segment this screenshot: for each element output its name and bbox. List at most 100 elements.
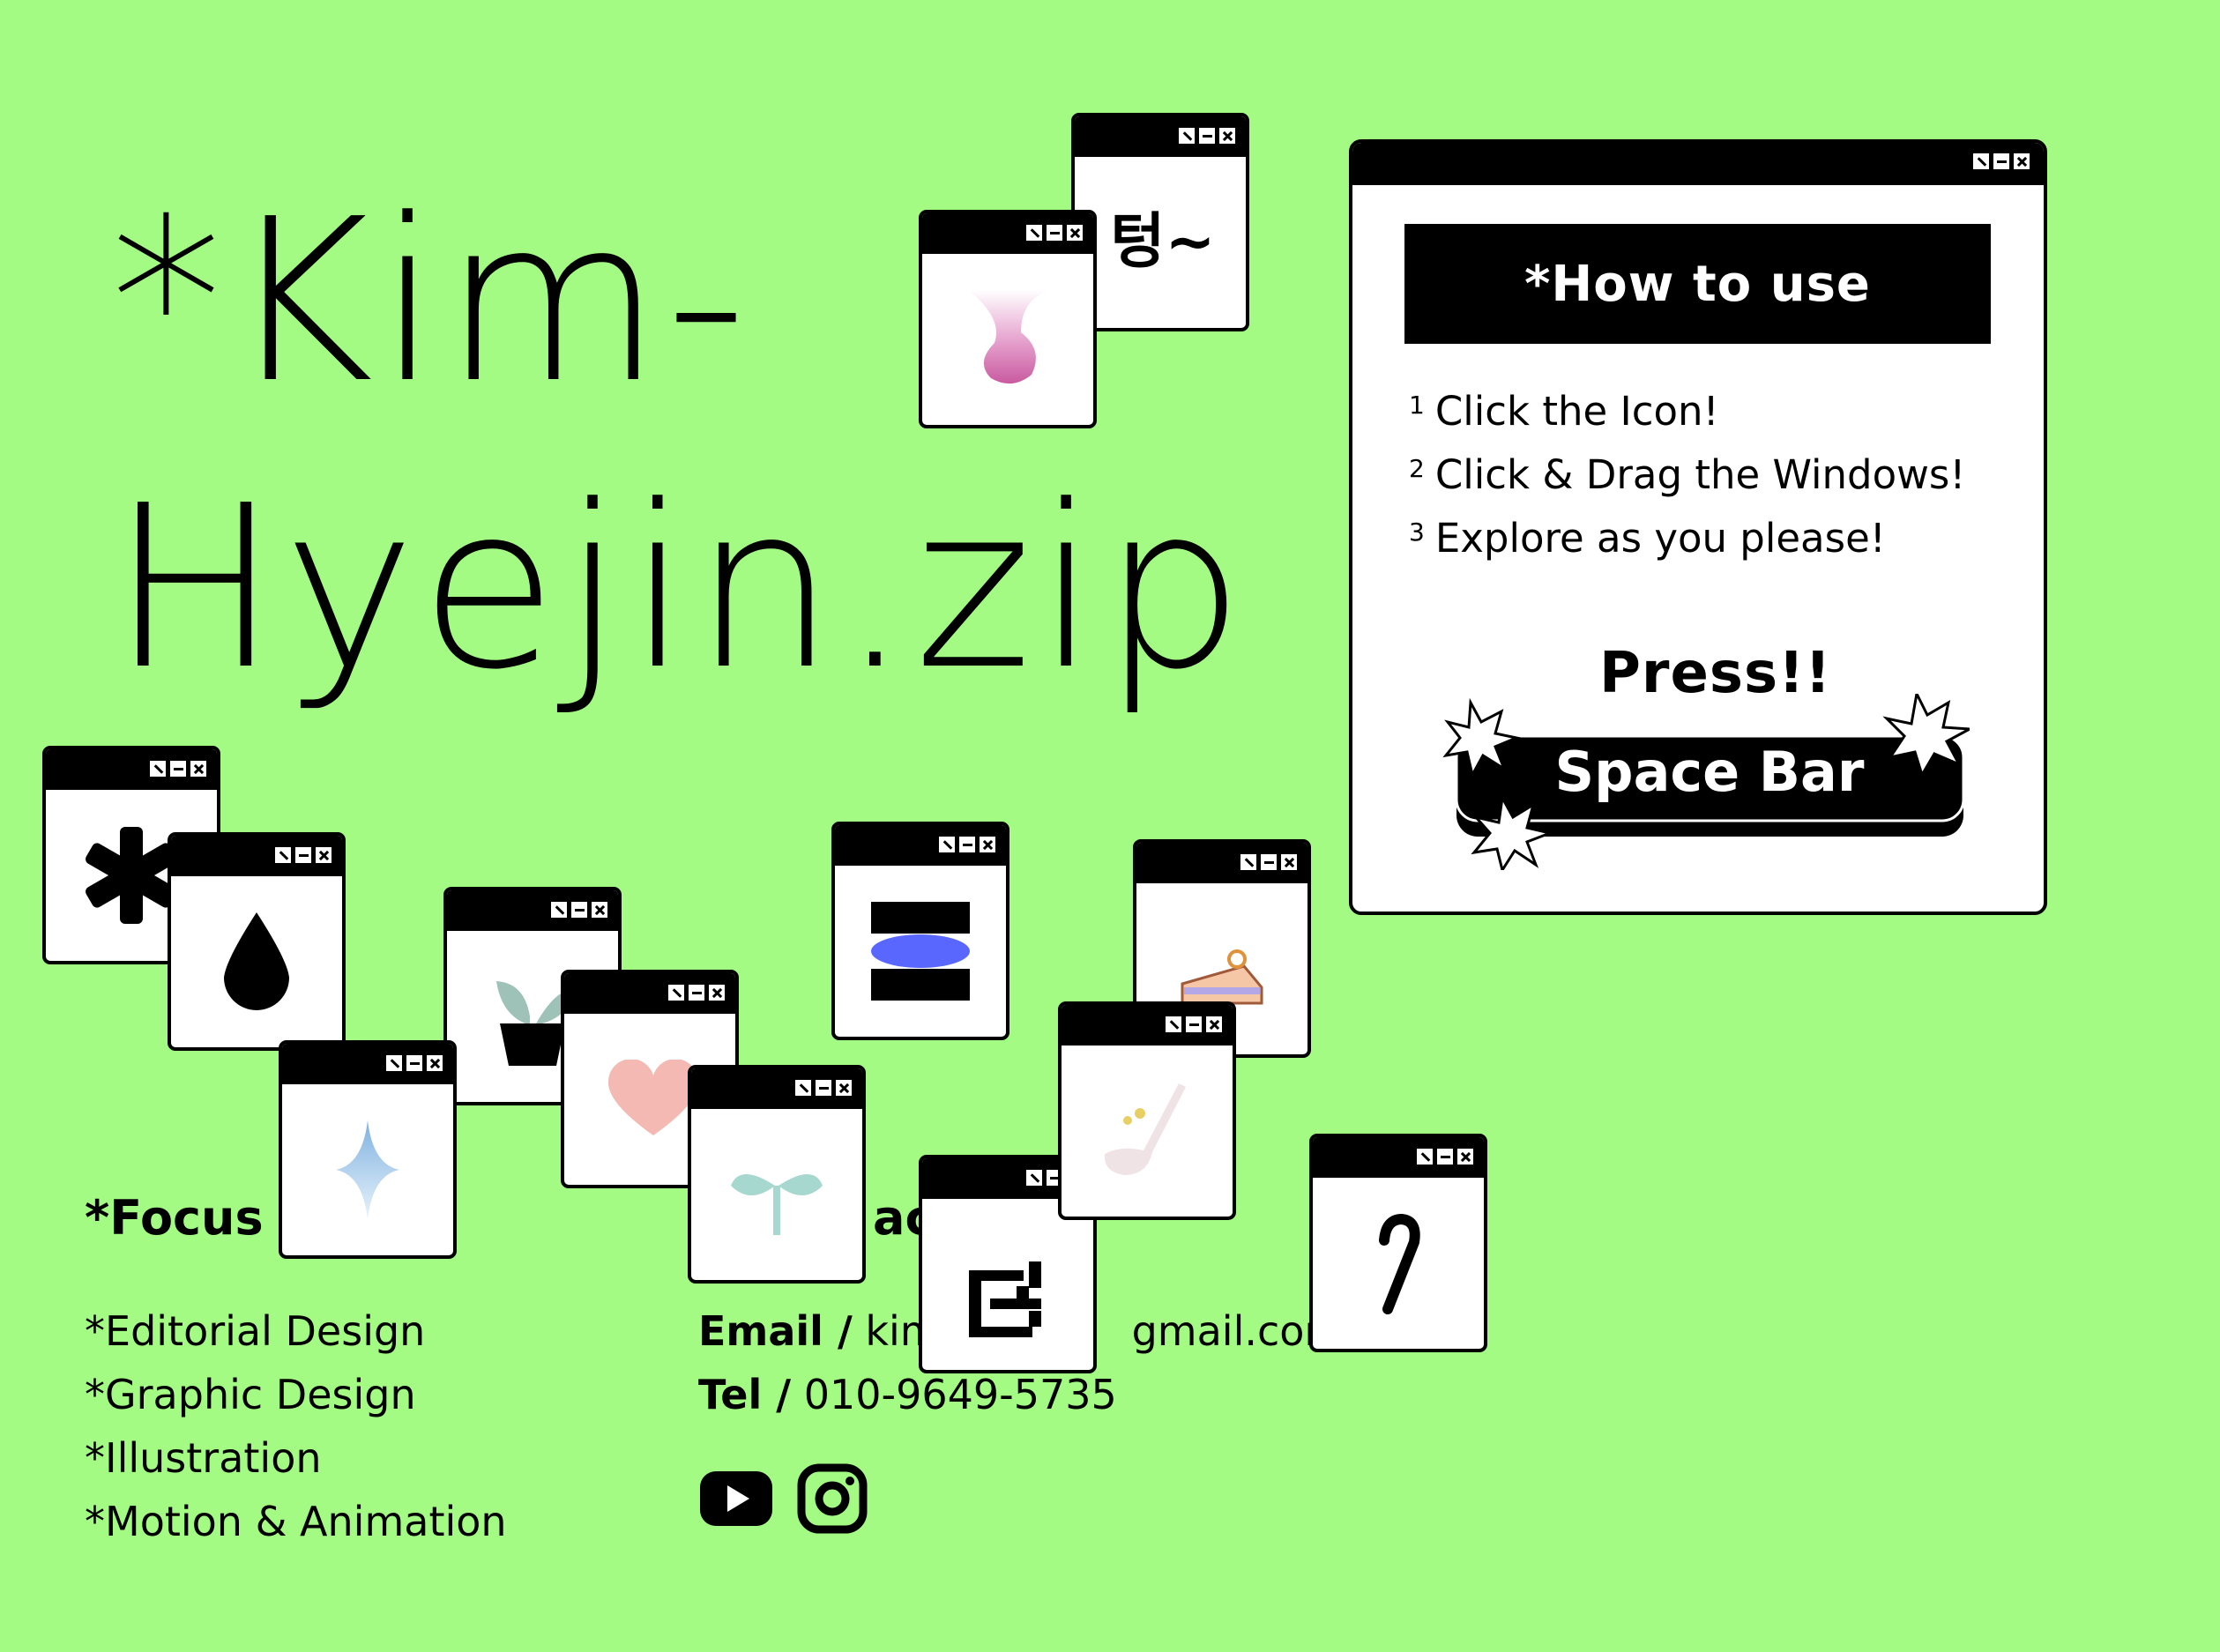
close-icon[interactable] [1457,1149,1473,1165]
stacked-disc-icon [871,902,970,1001]
window-korean-text[interactable]: 텅~ [1071,113,1249,331]
close-icon[interactable] [836,1080,852,1096]
window-sparkle[interactable] [279,1040,457,1259]
minimize-icon[interactable] [571,902,587,918]
minimize-icon[interactable] [170,761,186,777]
resize-icon[interactable] [275,847,291,863]
title-line-1: *Kim- [110,171,750,433]
window-title-bar[interactable] [1352,143,2044,185]
minimize-icon[interactable] [295,847,311,863]
window-title-bar[interactable] [1062,1005,1233,1046]
close-icon[interactable] [427,1055,443,1071]
minimize-icon[interactable] [1261,854,1277,870]
focus-item: *Illustration [85,1434,322,1482]
window-drop-gradient[interactable] [919,210,1097,428]
space-bar-label: Space Bar [1555,740,1865,804]
resize-icon[interactable] [939,837,955,852]
sparkle-icon [336,1120,399,1219]
drop-gradient-icon [968,290,1051,384]
sprout-icon [731,1174,823,1235]
close-icon[interactable] [1281,854,1297,870]
minimize-icon[interactable] [816,1080,831,1096]
window-title-bar[interactable] [1313,1137,1484,1178]
window-water-drop[interactable] [168,832,346,1051]
korean-text-glyph: 텅~ [1110,207,1216,277]
resize-icon[interactable] [1240,854,1256,870]
resize-icon[interactable] [386,1055,402,1071]
window-title-bar[interactable] [1075,116,1246,157]
window-title-bar[interactable] [835,825,1006,866]
minimize-icon[interactable] [406,1055,422,1071]
close-icon[interactable] [1219,128,1235,144]
close-icon[interactable] [709,985,725,1001]
step-number: 2 [1409,454,1425,483]
focus-list: *Editorial Design *Graphic Design *Illus… [85,1307,507,1561]
close-icon[interactable] [980,837,995,852]
resize-icon[interactable] [1417,1149,1433,1165]
step-item: 2 Click & Drag the Windows! [1409,451,1965,515]
resize-icon[interactable] [668,985,684,1001]
title-line-2: Hyejin.zip [110,458,1248,719]
resize-icon[interactable] [1179,128,1195,144]
pixel-glyph-icon [969,1261,1041,1337]
how-to-window[interactable]: *How to use 1 Click the Icon! 2 Click & Dr… [1349,139,2047,915]
focus-item: *Motion & Animation [85,1498,507,1545]
window-title-bar[interactable] [447,890,618,931]
email-label: Email / [698,1307,853,1355]
window-title-bar[interactable] [46,749,217,790]
window-title-bar[interactable] [691,1068,862,1109]
tel-value: 010-9649-5735 [803,1371,1117,1418]
ladle-icon [1104,1083,1186,1175]
step-item: 1 Click the Icon! [1409,388,1965,451]
close-icon[interactable] [592,902,607,918]
minimize-icon[interactable] [1047,225,1062,241]
window-ladle[interactable] [1058,1001,1236,1220]
step-item: 3 Explore as you please! [1409,515,1965,578]
minimize-icon[interactable] [1199,128,1215,144]
window-title-bar[interactable] [1136,843,1307,883]
how-to-heading: *How to use [1404,224,1991,344]
step-number: 1 [1409,391,1425,420]
focus-item: *Editorial Design [85,1307,426,1355]
step-text: Click the Icon! [1434,388,1719,435]
step-text: Click & Drag the Windows! [1434,451,1966,498]
step-number: 3 [1409,517,1425,547]
resize-icon[interactable] [551,902,567,918]
window-sprout[interactable] [688,1065,866,1284]
tel-label: Tel / [698,1371,792,1418]
resize-icon[interactable] [1166,1016,1181,1032]
resize-icon[interactable] [795,1080,811,1096]
minimize-icon[interactable] [1186,1016,1202,1032]
minimize-icon[interactable] [689,985,704,1001]
youtube-icon[interactable] [698,1470,774,1531]
close-icon[interactable] [2014,153,2030,169]
instagram-icon[interactable] [797,1463,868,1537]
space-bar-button[interactable]: Space Bar [1441,689,1975,874]
minimize-icon[interactable] [1993,153,2009,169]
social-links [698,1463,868,1537]
resize-icon[interactable] [1026,225,1042,241]
minimize-icon[interactable] [959,837,975,852]
window-title-bar[interactable] [922,213,1093,254]
close-icon[interactable] [190,761,206,777]
focus-heading: *Focus [85,1190,264,1246]
focus-item: *Graphic Design [85,1371,416,1418]
water-drop-icon [224,912,289,1010]
tel-row: Tel / 010-9649-5735 [698,1371,1344,1434]
window-title-bar[interactable] [171,836,342,876]
window-title-bar[interactable] [282,1044,453,1084]
resize-icon[interactable] [1973,153,1989,169]
close-icon[interactable] [1206,1016,1222,1032]
window-blue-disc[interactable] [831,822,1009,1040]
how-to-steps: 1 Click the Icon! 2 Click & Drag the Windo… [1409,388,1965,578]
close-icon[interactable] [316,847,332,863]
step-text: Explore as you please! [1434,515,1886,562]
candy-cane-icon [1379,1213,1420,1314]
close-icon[interactable] [1067,225,1083,241]
resize-icon[interactable] [1026,1170,1042,1186]
minimize-icon[interactable] [1437,1149,1453,1165]
window-title-bar[interactable] [564,973,735,1014]
asterisk-icon [86,827,177,924]
resize-icon[interactable] [150,761,166,777]
window-candy-cane[interactable] [1309,1134,1487,1352]
